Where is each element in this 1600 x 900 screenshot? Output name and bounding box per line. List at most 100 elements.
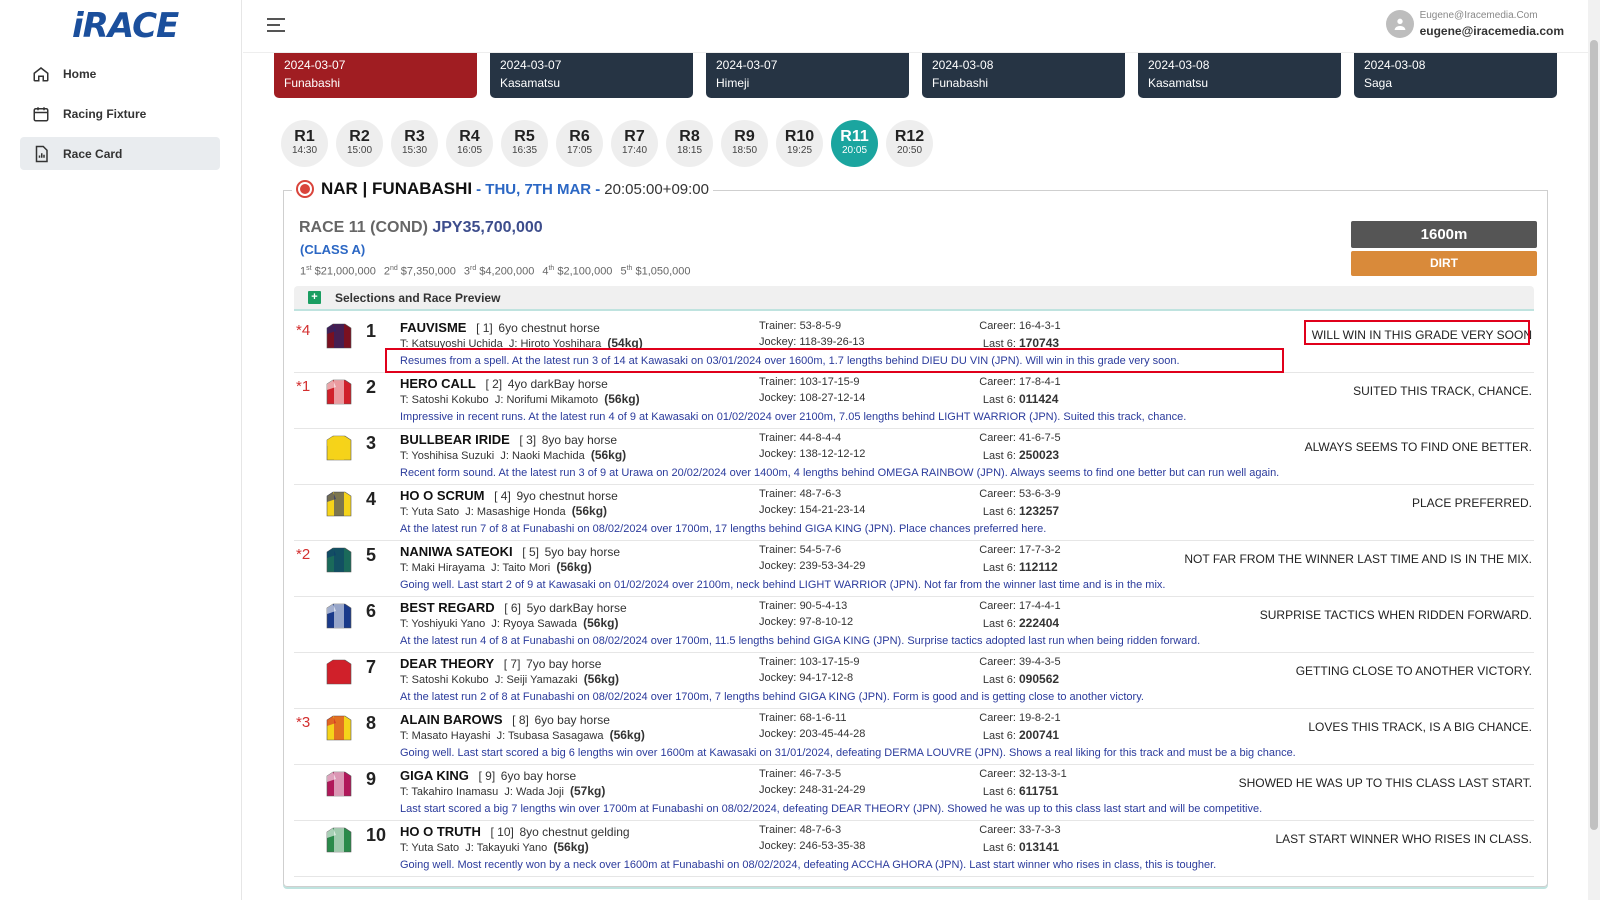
trainer-stats: Trainer: 68-1-6-11 — [759, 712, 846, 724]
trainer-stats: Trainer: 103-17-15-9 — [759, 656, 860, 668]
career-label: Career: — [979, 432, 1016, 444]
race-comment: At the latest run 7 of 8 at Funabashi on… — [400, 523, 1047, 535]
race-comment: Impressive in recent runs. At the latest… — [400, 411, 1187, 423]
saddle-number: 3 — [366, 433, 377, 453]
race-button[interactable]: R10 19:25 — [776, 120, 823, 167]
avatar[interactable] — [1385, 10, 1414, 38]
race-class: (CLASS A) — [300, 242, 366, 257]
trainer-stats-value: 46-7-3-5 — [799, 768, 842, 780]
runner-row[interactable]: 6 BEST REGARD [ 6] 5yo darkBay horse T: Yo… — [294, 597, 1534, 653]
runner-row[interactable]: *2 5 NANIWA SATEOKI [ 5] 5yo bay horse T: M… — [294, 541, 1534, 597]
runner-row[interactable]: *3 8 ALAIN BAROWS [ 8] 6yo bay horse T: Mas… — [294, 709, 1534, 765]
race-button[interactable]: R2 15:00 — [336, 120, 383, 167]
horse-name[interactable]: ALAIN BAROWS — [400, 712, 503, 727]
career-value: 33-7-3-3 — [1019, 824, 1061, 836]
jockey-prefix: J: — [494, 674, 504, 686]
scrollbar-thumb[interactable] — [1590, 40, 1598, 830]
sidebar-item-home[interactable]: Home — [20, 57, 220, 90]
race-title: RACE 11 (COND) JPY35,700,000 — [299, 219, 543, 237]
meeting-tab[interactable]: 2024-03-08 Kasamatsu — [1138, 53, 1341, 98]
horse-name[interactable]: GIGA KING — [400, 768, 469, 783]
horse-name[interactable]: HO O TRUTH — [400, 824, 481, 839]
trainer-stats-value: 53-8-5-9 — [799, 320, 842, 332]
trainer-prefix: T: — [400, 618, 409, 630]
menu-icon[interactable] — [267, 18, 285, 32]
horse-name[interactable]: FAUVISME — [400, 320, 466, 335]
race-comment: Recent form sound. At the latest run 3 o… — [400, 467, 1280, 479]
last-six: Last 6: 090562 — [949, 672, 1079, 686]
irace-logo[interactable]: iRACE — [72, 6, 179, 46]
race-number: R3 — [404, 128, 425, 145]
race-time: 17:05 — [566, 145, 593, 156]
jockey-stats: Jockey: 108-27-12-14 — [759, 392, 865, 404]
last-six: Last 6: 222404 — [949, 616, 1079, 630]
jockey-label: Jockey: — [759, 840, 797, 852]
race-button[interactable]: R7 17:40 — [611, 120, 658, 167]
runner-row[interactable]: 4 HO O SCRUM [ 4] 9yo chestnut horse T: Yu… — [294, 485, 1534, 541]
plus-icon[interactable]: + — [308, 291, 321, 304]
highlight-box-tip — [1304, 320, 1530, 345]
jockey-stats: Jockey: 154-21-23-14 — [759, 504, 865, 516]
selections-toggle[interactable]: + Selections and Race Preview — [294, 286, 1534, 311]
document-chart-icon — [32, 145, 50, 163]
race-button[interactable]: R1 14:30 — [281, 120, 328, 167]
horse-name[interactable]: NANIWA SATEOKI — [400, 544, 513, 559]
trainer-jockey-line: T: Satoshi Kokubo J: Norifumi Mikamoto (… — [400, 392, 640, 406]
surface-badge: DIRT — [1351, 251, 1537, 276]
prize-item: 2nd $7,350,000 — [383, 265, 456, 278]
meeting-tab[interactable]: 2024-03-08 Saga — [1354, 53, 1557, 98]
horse-name[interactable]: BULLBEAR IRIDE — [400, 432, 510, 447]
trainer-stats: Trainer: 44-8-4-4 — [759, 432, 841, 444]
last-six: Last 6: 200741 — [949, 728, 1079, 742]
race-button[interactable]: R12 20:50 — [886, 120, 933, 167]
jockey-silk-icon — [326, 659, 352, 685]
carried-weight: (57kg) — [570, 784, 606, 798]
runner-row[interactable]: 3 BULLBEAR IRIDE [ 3] 8yo bay horse T: Yos… — [294, 429, 1534, 485]
race-button[interactable]: R5 16:35 — [501, 120, 548, 167]
jockey-prefix: J: — [504, 786, 513, 798]
meeting-tab[interactable]: 2024-03-07 Himeji — [706, 53, 909, 98]
sidebar-item-race-card[interactable]: Race Card — [20, 137, 220, 170]
race-button[interactable]: R9 18:50 — [721, 120, 768, 167]
user-menu[interactable]: Eugene@Iracemedia.Com eugene@iracemedia.… — [1385, 10, 1564, 38]
career-value: 39-4-3-5 — [1019, 656, 1061, 668]
sidebar-item-racing-fixture[interactable]: Racing Fixture — [20, 97, 220, 130]
race-button[interactable]: R6 17:05 — [556, 120, 603, 167]
race-button[interactable]: R11 20:05 — [831, 120, 878, 167]
runner-row[interactable]: 9 GIGA KING [ 9] 6yo bay horse T: Takahiro… — [294, 765, 1534, 821]
meeting-tab[interactable]: 2024-03-08 Funabashi — [922, 53, 1125, 98]
trainer-jockey-line: T: Yoshiyuki Yano J: Ryoya Sawada (56kg) — [400, 616, 618, 630]
selection-rank: *4 — [296, 322, 311, 339]
horse-name[interactable]: BEST REGARD — [400, 600, 495, 615]
horse-description: 7yo bay horse — [526, 657, 602, 671]
race-comment: Going well. Most recently won by a neck … — [400, 859, 1217, 871]
meeting-tab[interactable]: 2024-03-07 Funabashi — [274, 53, 477, 98]
race-button[interactable]: R3 15:30 — [391, 120, 438, 167]
horse-name[interactable]: DEAR THEORY — [400, 656, 494, 671]
saddle-number: 9 — [366, 769, 377, 789]
horse-name[interactable]: HERO CALL — [400, 376, 476, 391]
scrollbar[interactable] — [1588, 0, 1600, 900]
race-time: 18:50 — [731, 145, 758, 156]
runner-row[interactable]: 10 HO O TRUTH [ 10] 8yo chestnut gelding T… — [294, 821, 1534, 877]
trainer-stats: Trainer: 103-17-15-9 — [759, 376, 860, 388]
trainer-jockey-line: T: Yuta Sato J: Masashige Honda (56kg) — [400, 504, 607, 518]
runner-row[interactable]: 7 DEAR THEORY [ 7] 7yo bay horse T: Satosh… — [294, 653, 1534, 709]
distance-badge: 1600m — [1351, 221, 1537, 248]
horse-name-line: DEAR THEORY [ 7] 7yo bay horse — [400, 656, 601, 671]
carried-weight: (56kg) — [590, 448, 627, 462]
tip-summary: GETTING CLOSE TO ANOTHER VICTORY. — [1295, 664, 1532, 678]
runner-row[interactable]: *1 2 HERO CALL [ 2] 4yo darkBay horse T: Sa… — [294, 373, 1534, 429]
jockey-stats-value: 239-53-34-29 — [799, 560, 866, 572]
meeting-venue: Kasamatsu — [1148, 76, 1209, 90]
race-time: 14:30 — [291, 145, 318, 156]
race-button[interactable]: R8 18:15 — [666, 120, 713, 167]
trainer-label: Trainer: — [759, 432, 797, 444]
horse-name[interactable]: HO O SCRUM — [400, 488, 485, 503]
horse-description: 6yo bay horse — [500, 769, 577, 783]
career-stats: Career: 17-7-3-2 — [949, 544, 1079, 556]
trainer-prefix: T: — [400, 450, 409, 462]
race-button[interactable]: R4 16:05 — [446, 120, 493, 167]
last6-value: 090562 — [1019, 672, 1060, 686]
meeting-tab[interactable]: 2024-03-07 Kasamatsu — [490, 53, 693, 98]
